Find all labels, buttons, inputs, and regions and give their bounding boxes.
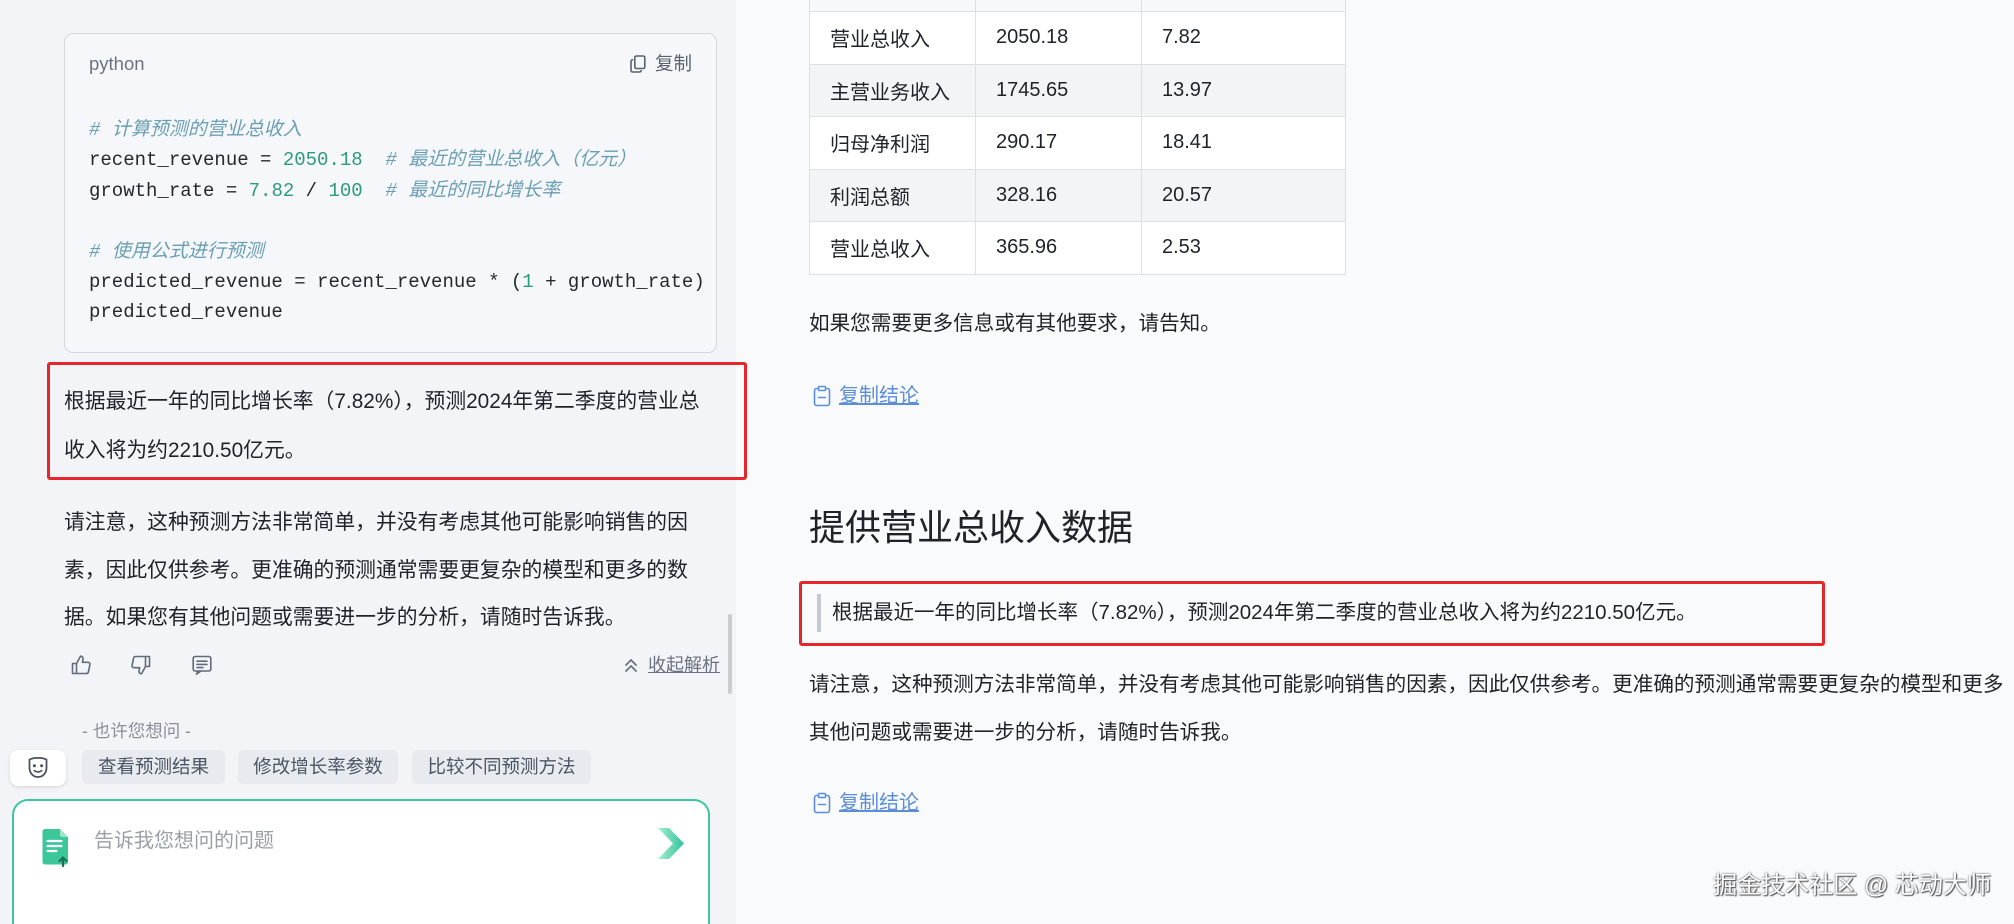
blockquote-bar (817, 594, 821, 632)
code-token: 100 (328, 179, 363, 202)
chat-input-box (12, 799, 710, 924)
table-cell: 290.17 (976, 117, 1142, 169)
table-cell: 1745.65 (976, 64, 1142, 116)
copy-conclusion-label: 复制结论 (839, 385, 919, 407)
table-row: 营业总收入 2050.18 7.82 (809, 12, 1346, 65)
table-cell: 328.16 (976, 169, 1142, 221)
table-row: 营业总收入 365.96 2.53 (809, 222, 1346, 275)
suggestion-chip[interactable]: 修改增长率参数 (238, 750, 398, 784)
table-cell: 20.57 (1142, 169, 1346, 221)
code-token: + growth_rate) (533, 270, 705, 293)
code-line: predicted_revenue = recent_revenue * (1 … (89, 267, 705, 297)
table-row: 归母净利润 290.17 18.41 (809, 117, 1346, 170)
note-line: 请注意，这种预测方法非常简单，并没有考虑其他可能影响销售的因 (64, 511, 688, 534)
table-cell: 归母净利润 (809, 117, 976, 169)
collapse-analysis-button[interactable]: 收起解析 (622, 653, 720, 677)
copy-conclusion-label: 复制结论 (839, 792, 919, 814)
code-token: 2050.18 (282, 149, 363, 172)
copy-conclusion-link[interactable]: 复制结论 (812, 381, 919, 411)
conclusion-paragraph: 根据最近一年的同比增长率（7.82%），预测2024年第二季度的营业总 收入将为… (64, 378, 700, 476)
copy-label: 复制 (654, 53, 692, 74)
blockquote-text: 根据最近一年的同比增长率（7.82%），预测2024年第二季度的营业总收入将为约… (832, 601, 1697, 624)
table-cell: 主营业务收入 (809, 64, 976, 116)
table-cell: 13.97 (1142, 64, 1346, 116)
note-paragraph: 请注意，这种预测方法非常简单，并没有考虑其他可能影响销售的因素，因此仅供参考。更… (809, 661, 2014, 756)
code-token: / (294, 179, 329, 202)
table-cell: 营业总收入 (809, 12, 976, 64)
table-cell: 利润总额 (809, 169, 976, 221)
table-cell: 18.41 (1142, 117, 1346, 169)
code-token: # 最近的同比增长率 (385, 179, 561, 202)
collapse-label: 收起解析 (648, 655, 720, 675)
conclusion-line: 收入将为约2210.50亿元。 (64, 438, 306, 462)
clipboard-icon (813, 385, 831, 407)
thumbs-up-icon[interactable] (69, 653, 93, 677)
code-line: growth_rate = 7.82 / 100 # 最近的同比增长率 (89, 176, 705, 206)
assistant-mode-button[interactable] (10, 750, 66, 786)
table-row: 利润总额 328.16 20.57 (809, 169, 1346, 222)
section-heading: 提供营业总收入数据 (809, 507, 1134, 548)
closing-text: 如果您需要更多信息或有其他要求，请告知。 (809, 312, 1221, 335)
app-window: python 复制 # 计算预测的营业总收入 recent_revenue = 2… (0, 0, 2014, 924)
copy-icon (630, 55, 646, 73)
code-token: recent_revenue = (89, 149, 283, 172)
note-line: 其他问题或需要进一步的分析，请随时告诉我。 (809, 720, 1242, 744)
code-line: recent_revenue = 2050.18 # 最近的营业总收入（亿元） (89, 145, 705, 175)
code-token: # 计算预测的营业总收入 (89, 119, 302, 141)
table-cell: 365.96 (976, 222, 1142, 274)
suggestion-chip[interactable]: 比较不同预测方法 (412, 750, 591, 784)
copy-code-button[interactable]: 复制 (630, 51, 692, 77)
question-input[interactable] (94, 827, 634, 907)
suggestions-title: - 也许您想问 - (82, 721, 191, 741)
clipboard-icon (813, 792, 831, 814)
code-token: predicted_revenue (89, 301, 283, 324)
note-line: 据。如果您有其他问题或需要进一步的分析，请随时告诉我。 (64, 606, 626, 629)
code-line: predicted_revenue (89, 297, 705, 327)
copy-conclusion-link[interactable]: 复制结论 (812, 788, 919, 818)
note-line: 素，因此仅供参考。更准确的预测通常需要更复杂的模型和更多的数 (64, 558, 688, 582)
mask-icon (28, 756, 48, 778)
chevron-double-up-icon (625, 659, 637, 672)
code-token: 1 (522, 270, 534, 293)
document-icon[interactable] (41, 826, 71, 868)
suggestion-chip[interactable]: 查看预测结果 (82, 750, 225, 784)
code-line: # 计算预测的营业总收入 (89, 115, 705, 145)
code-block: python 复制 # 计算预测的营业总收入 recent_revenue = 2… (64, 33, 717, 353)
table-cell: 2.53 (1142, 222, 1346, 274)
note-paragraph: 请注意，这种预测方法非常简单，并没有考虑其他可能影响销售的因 素，因此仅供参考。… (64, 499, 688, 642)
chat-panel: python 复制 # 计算预测的营业总收入 recent_revenue = 2… (0, 0, 736, 924)
revenue-table: 营业总收入 2050.18 7.82 主营业务收入 1745.65 13.97 归母净利润 2… (809, 0, 1346, 275)
code-line: # 使用公式进行预测 (89, 237, 705, 267)
code-language-label: python (89, 53, 145, 74)
code-token: # 使用公式进行预测 (89, 240, 264, 263)
comment-icon[interactable] (190, 653, 214, 677)
code-token: growth_rate = (89, 179, 249, 202)
send-icon[interactable] (655, 826, 687, 861)
code-token: predicted_revenue = recent_revenue * ( (89, 270, 523, 293)
table-cell: 2050.18 (976, 12, 1142, 64)
table-cell (976, 0, 1142, 11)
table-row: 主营业务收入 1745.65 13.97 (809, 64, 1346, 117)
note-line: 请注意，这种预测方法非常简单，并没有考虑其他可能影响销售的因素，因此仅供参考。更… (809, 673, 2004, 696)
table-cell: 7.82 (1142, 12, 1346, 64)
table-cell (809, 0, 976, 11)
watermark: 掘金技术社区 @ 芯动大师 (1713, 872, 1991, 899)
conclusion-line: 根据最近一年的同比增长率（7.82%），预测2024年第二季度的营业总 (64, 390, 700, 413)
table-row (809, 0, 1346, 12)
code-token: 7.82 (248, 179, 295, 202)
thumbs-down-icon[interactable] (129, 653, 153, 677)
scrollbar-thumb[interactable] (728, 614, 732, 694)
table-cell (1142, 0, 1346, 11)
table-cell: 营业总收入 (809, 222, 976, 274)
code-token: # 最近的营业总收入（亿元） (385, 149, 637, 172)
code-content: # 计算预测的营业总收入 recent_revenue = 2050.18 # 最… (89, 115, 705, 328)
